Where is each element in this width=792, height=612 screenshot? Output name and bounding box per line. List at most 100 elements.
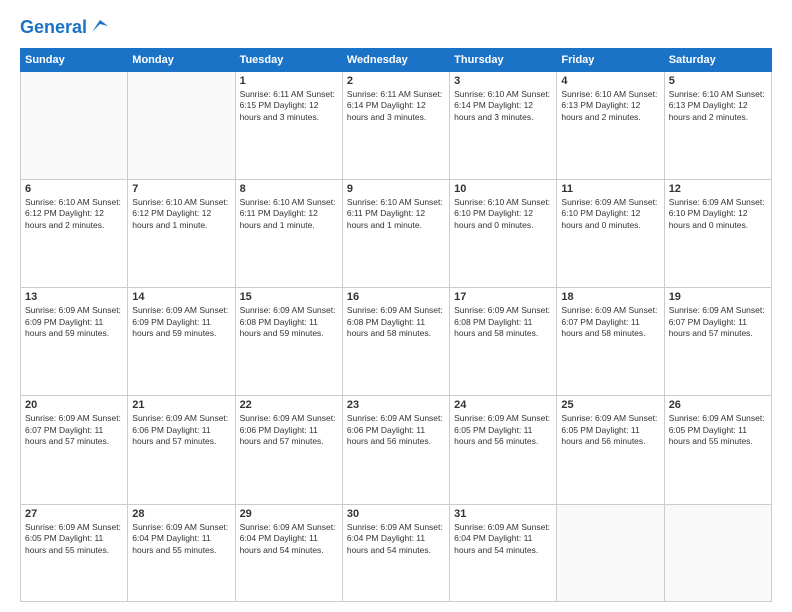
day-info: Sunrise: 6:10 AM Sunset: 6:12 PM Dayligh… [25,197,123,231]
calendar-day-cell: 15 Sunrise: 6:09 AM Sunset: 6:08 PM Dayli… [235,288,342,396]
day-info: Sunrise: 6:09 AM Sunset: 6:06 PM Dayligh… [347,413,445,447]
day-info: Sunrise: 6:11 AM Sunset: 6:14 PM Dayligh… [347,89,445,123]
day-info: Sunrise: 6:09 AM Sunset: 6:05 PM Dayligh… [669,413,767,447]
day-info: Sunrise: 6:09 AM Sunset: 6:09 PM Dayligh… [132,305,230,339]
day-info: Sunrise: 6:09 AM Sunset: 6:04 PM Dayligh… [454,522,552,556]
calendar-week-row: 13 Sunrise: 6:09 AM Sunset: 6:09 PM Dayli… [21,288,772,396]
day-info: Sunrise: 6:09 AM Sunset: 6:10 PM Dayligh… [561,197,659,231]
day-info: Sunrise: 6:09 AM Sunset: 6:08 PM Dayligh… [347,305,445,339]
day-info: Sunrise: 6:09 AM Sunset: 6:07 PM Dayligh… [561,305,659,339]
logo-bird-icon [90,18,108,36]
logo: General [20,18,108,38]
day-number: 11 [561,183,659,195]
calendar-header-row: SundayMondayTuesdayWednesdayThursdayFrid… [21,48,772,71]
day-number: 16 [347,291,445,303]
day-number: 20 [25,399,123,411]
day-number: 10 [454,183,552,195]
day-number: 4 [561,75,659,87]
day-number: 18 [561,291,659,303]
calendar-day-cell: 2 Sunrise: 6:11 AM Sunset: 6:14 PM Daylig… [342,71,449,179]
weekday-header: Sunday [21,48,128,71]
day-number: 2 [347,75,445,87]
day-info: Sunrise: 6:10 AM Sunset: 6:13 PM Dayligh… [669,89,767,123]
day-number: 12 [669,183,767,195]
calendar-day-cell: 30 Sunrise: 6:09 AM Sunset: 6:04 PM Dayli… [342,504,449,601]
day-number: 15 [240,291,338,303]
calendar-day-cell: 26 Sunrise: 6:09 AM Sunset: 6:05 PM Dayli… [664,396,771,504]
calendar-day-cell: 12 Sunrise: 6:09 AM Sunset: 6:10 PM Dayli… [664,180,771,288]
day-info: Sunrise: 6:09 AM Sunset: 6:05 PM Dayligh… [561,413,659,447]
calendar-day-cell: 16 Sunrise: 6:09 AM Sunset: 6:08 PM Dayli… [342,288,449,396]
calendar-day-cell: 17 Sunrise: 6:09 AM Sunset: 6:08 PM Dayli… [450,288,557,396]
weekday-header: Wednesday [342,48,449,71]
calendar-day-cell: 18 Sunrise: 6:09 AM Sunset: 6:07 PM Dayli… [557,288,664,396]
weekday-header: Friday [557,48,664,71]
day-info: Sunrise: 6:10 AM Sunset: 6:13 PM Dayligh… [561,89,659,123]
calendar-day-cell: 7Sunrise: 6:10 AM Sunset: 6:12 PM Daylig… [128,180,235,288]
day-number: 17 [454,291,552,303]
day-info: Sunrise: 6:09 AM Sunset: 6:08 PM Dayligh… [454,305,552,339]
day-number: 6 [25,183,123,195]
day-number: 24 [454,399,552,411]
day-number: 9 [347,183,445,195]
calendar-week-row: 20Sunrise: 6:09 AM Sunset: 6:07 PM Dayli… [21,396,772,504]
day-info: Sunrise: 6:09 AM Sunset: 6:04 PM Dayligh… [240,522,338,556]
day-info: Sunrise: 6:09 AM Sunset: 6:10 PM Dayligh… [669,197,767,231]
calendar-day-cell [664,504,771,601]
calendar-day-cell: 25Sunrise: 6:09 AM Sunset: 6:05 PM Dayli… [557,396,664,504]
calendar-table: SundayMondayTuesdayWednesdayThursdayFrid… [20,48,772,602]
day-number: 7 [132,183,230,195]
day-info: Sunrise: 6:09 AM Sunset: 6:06 PM Dayligh… [132,413,230,447]
calendar-day-cell [128,71,235,179]
calendar-day-cell: 21 Sunrise: 6:09 AM Sunset: 6:06 PM Dayli… [128,396,235,504]
calendar-day-cell [21,71,128,179]
day-info: Sunrise: 6:09 AM Sunset: 6:07 PM Dayligh… [669,305,767,339]
day-number: 27 [25,508,123,520]
day-number: 13 [25,291,123,303]
calendar-day-cell: 19 Sunrise: 6:09 AM Sunset: 6:07 PM Dayli… [664,288,771,396]
day-number: 19 [669,291,767,303]
weekday-header: Monday [128,48,235,71]
calendar-day-cell: 6 Sunrise: 6:10 AM Sunset: 6:12 PM Daylig… [21,180,128,288]
header: General [20,18,772,38]
day-info: Sunrise: 6:09 AM Sunset: 6:04 PM Dayligh… [132,522,230,556]
calendar-day-cell: 14 Sunrise: 6:09 AM Sunset: 6:09 PM Dayli… [128,288,235,396]
day-number: 26 [669,399,767,411]
calendar-day-cell: 9 Sunrise: 6:10 AM Sunset: 6:11 PM Daylig… [342,180,449,288]
day-info: Sunrise: 6:11 AM Sunset: 6:15 PM Dayligh… [240,89,338,123]
day-number: 21 [132,399,230,411]
calendar-day-cell: 29 Sunrise: 6:09 AM Sunset: 6:04 PM Dayli… [235,504,342,601]
day-info: Sunrise: 6:09 AM Sunset: 6:05 PM Dayligh… [454,413,552,447]
calendar-day-cell: 23Sunrise: 6:09 AM Sunset: 6:06 PM Dayli… [342,396,449,504]
calendar-day-cell: 13Sunrise: 6:09 AM Sunset: 6:09 PM Dayli… [21,288,128,396]
day-info: Sunrise: 6:10 AM Sunset: 6:11 PM Dayligh… [347,197,445,231]
day-number: 29 [240,508,338,520]
logo-text: General [20,18,87,38]
calendar-day-cell: 1 Sunrise: 6:11 AM Sunset: 6:15 PM Daylig… [235,71,342,179]
calendar-day-cell: 20Sunrise: 6:09 AM Sunset: 6:07 PM Dayli… [21,396,128,504]
day-number: 5 [669,75,767,87]
weekday-header: Saturday [664,48,771,71]
day-number: 31 [454,508,552,520]
day-info: Sunrise: 6:10 AM Sunset: 6:10 PM Dayligh… [454,197,552,231]
calendar-day-cell: 4 Sunrise: 6:10 AM Sunset: 6:13 PM Daylig… [557,71,664,179]
day-number: 14 [132,291,230,303]
calendar-day-cell: 22Sunrise: 6:09 AM Sunset: 6:06 PM Dayli… [235,396,342,504]
calendar-day-cell: 10 Sunrise: 6:10 AM Sunset: 6:10 PM Dayli… [450,180,557,288]
calendar-day-cell: 11 Sunrise: 6:09 AM Sunset: 6:10 PM Dayli… [557,180,664,288]
calendar-day-cell: 31 Sunrise: 6:09 AM Sunset: 6:04 PM Dayli… [450,504,557,601]
day-number: 1 [240,75,338,87]
day-info: Sunrise: 6:09 AM Sunset: 6:05 PM Dayligh… [25,522,123,556]
weekday-header: Tuesday [235,48,342,71]
calendar-day-cell: 8Sunrise: 6:10 AM Sunset: 6:11 PM Daylig… [235,180,342,288]
day-info: Sunrise: 6:10 AM Sunset: 6:11 PM Dayligh… [240,197,338,231]
day-info: Sunrise: 6:09 AM Sunset: 6:08 PM Dayligh… [240,305,338,339]
day-info: Sunrise: 6:09 AM Sunset: 6:06 PM Dayligh… [240,413,338,447]
calendar-week-row: 27 Sunrise: 6:09 AM Sunset: 6:05 PM Dayli… [21,504,772,601]
day-number: 30 [347,508,445,520]
calendar-day-cell: 27 Sunrise: 6:09 AM Sunset: 6:05 PM Dayli… [21,504,128,601]
day-number: 28 [132,508,230,520]
calendar-day-cell: 5 Sunrise: 6:10 AM Sunset: 6:13 PM Daylig… [664,71,771,179]
day-info: Sunrise: 6:09 AM Sunset: 6:04 PM Dayligh… [347,522,445,556]
calendar-day-cell: 3Sunrise: 6:10 AM Sunset: 6:14 PM Daylig… [450,71,557,179]
